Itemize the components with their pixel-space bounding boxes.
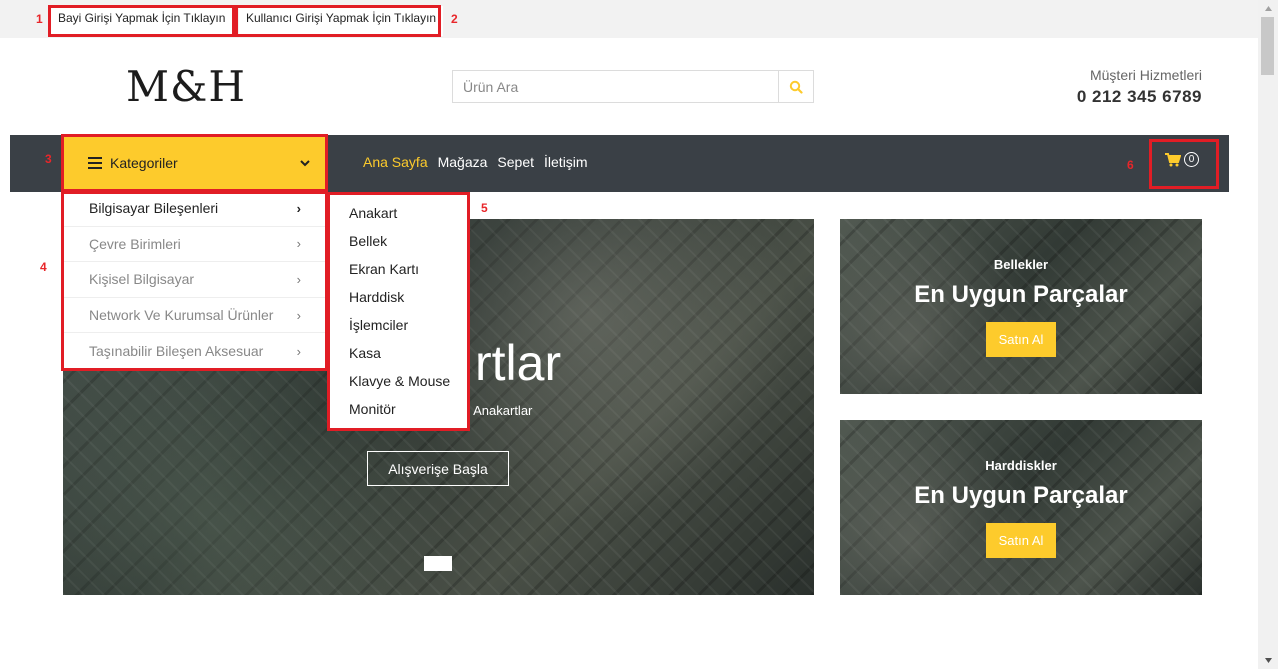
customer-support: Müşteri Hizmetleri 0 212 345 6789 [1077, 67, 1202, 107]
scroll-up-arrow-icon[interactable] [1258, 0, 1278, 17]
buy-button[interactable]: Satın Al [986, 322, 1056, 357]
promo-banner-memory: Bellekler En Uygun Parçalar Satın Al [840, 219, 1202, 394]
annotation-label-2: 2 [451, 12, 458, 26]
hero-subtitle: n Anakartlar [463, 403, 533, 418]
annotation-label-3: 3 [45, 152, 52, 166]
search-button[interactable] [778, 71, 813, 102]
promo-title: En Uygun Parçalar [914, 281, 1128, 308]
annotation-label-5: 5 [481, 201, 488, 215]
promo-category: Bellekler [993, 257, 1049, 272]
annotation-label-1: 1 [36, 12, 43, 26]
annotation-box-1 [48, 5, 235, 37]
scrollbar-thumb[interactable] [1261, 17, 1274, 75]
page-scrollbar[interactable] [1258, 0, 1278, 669]
nav-link-shop[interactable]: Mağaza [438, 154, 488, 170]
nav-link-home[interactable]: Ana Sayfa [363, 154, 428, 170]
slider-dot[interactable] [424, 556, 452, 571]
site-logo[interactable]: M&H [126, 62, 246, 111]
promo-category: Harddiskler [985, 458, 1057, 473]
support-label: Müşteri Hizmetleri [1089, 67, 1202, 83]
nav-link-cart[interactable]: Sepet [497, 154, 534, 170]
annotation-label-4: 4 [40, 260, 47, 274]
promo-title: En Uygun Parçalar [914, 482, 1128, 509]
promo-banner-harddisk: Harddiskler En Uygun Parçalar Satın Al [840, 420, 1202, 595]
support-phone: 0 212 345 6789 [1076, 87, 1202, 106]
search-input[interactable] [453, 71, 779, 102]
nav-link-contact[interactable]: İletişim [544, 154, 588, 170]
annotation-box-4 [61, 191, 328, 371]
search-box [452, 70, 814, 103]
search-icon [789, 80, 803, 94]
annotation-label-6: 6 [1127, 158, 1134, 172]
nav-links: Ana Sayfa Mağaza Sepet İletişim [363, 154, 588, 170]
start-shopping-button[interactable]: Alışverişe Başla [367, 451, 509, 486]
hero-title: rtlar [475, 335, 562, 391]
annotation-box-3 [61, 134, 328, 192]
annotation-box-6 [1149, 139, 1219, 189]
annotation-box-5 [327, 192, 470, 431]
annotation-box-2 [235, 5, 441, 37]
buy-button[interactable]: Satın Al [986, 523, 1056, 558]
scroll-down-arrow-icon[interactable] [1258, 652, 1278, 669]
